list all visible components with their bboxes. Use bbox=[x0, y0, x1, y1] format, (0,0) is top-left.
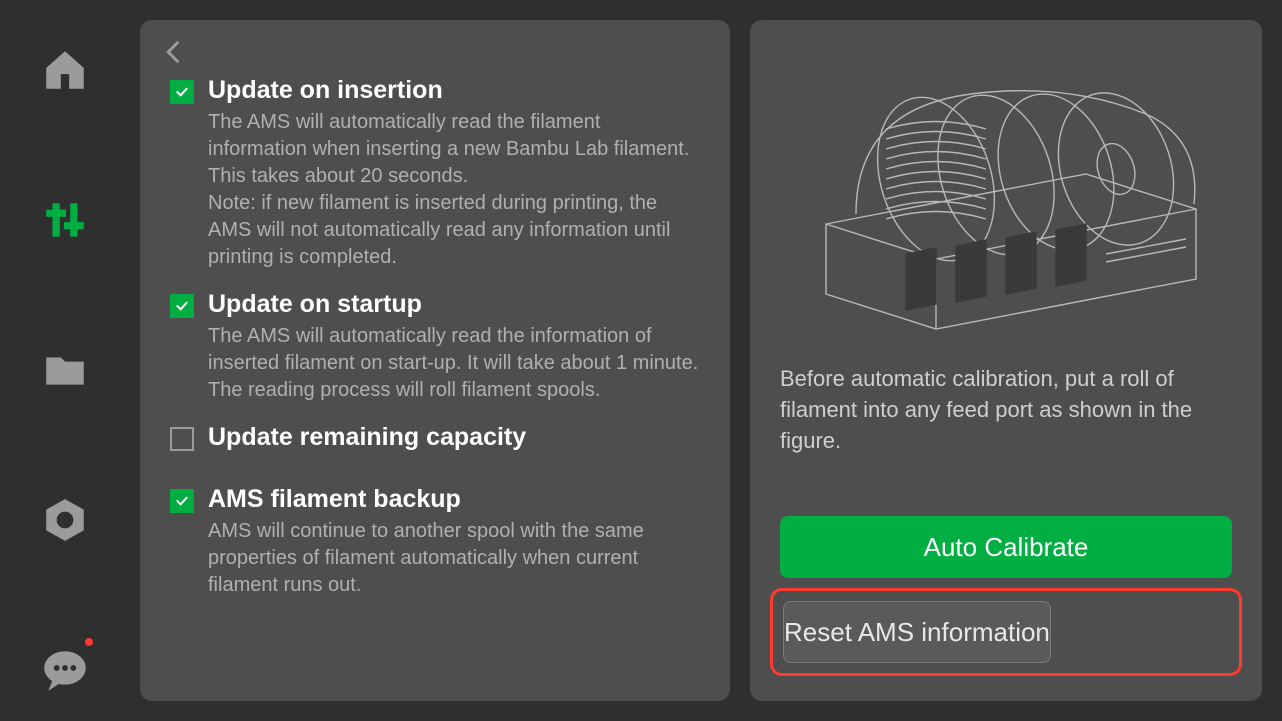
auto-calibrate-button[interactable]: Auto Calibrate bbox=[780, 516, 1232, 578]
nav-files[interactable] bbox=[35, 340, 95, 400]
calibration-caption: Before automatic calibration, put a roll… bbox=[780, 364, 1232, 456]
nav-chat[interactable] bbox=[35, 640, 95, 700]
checkbox-update-on-insertion[interactable] bbox=[170, 80, 194, 104]
option-title: AMS filament backup bbox=[208, 484, 700, 514]
calibration-panel: Before automatic calibration, put a roll… bbox=[750, 20, 1262, 701]
back-button[interactable] bbox=[160, 34, 188, 75]
option-description: The AMS will automatically read the fila… bbox=[208, 109, 700, 271]
check-icon bbox=[174, 493, 190, 509]
reset-ams-button[interactable]: Reset AMS information bbox=[783, 601, 1051, 663]
option-title: Update on insertion bbox=[208, 75, 700, 105]
nav-adjust[interactable] bbox=[35, 190, 95, 250]
hex-nut-icon bbox=[40, 495, 90, 545]
option-title: Update remaining capacity bbox=[208, 422, 700, 452]
checkbox-update-on-startup[interactable] bbox=[170, 294, 194, 318]
option-description: AMS will continue to another spool with … bbox=[208, 518, 700, 599]
checkbox-update-remaining-capacity[interactable] bbox=[170, 427, 194, 451]
option-ams-filament-backup: AMS filament backup AMS will continue to… bbox=[170, 484, 700, 599]
check-icon bbox=[174, 298, 190, 314]
sidebar bbox=[0, 0, 130, 721]
chat-bubble-icon bbox=[40, 645, 90, 695]
ams-device-icon bbox=[786, 54, 1226, 334]
option-update-remaining-capacity: Update remaining capacity bbox=[170, 422, 700, 456]
option-update-on-insertion: Update on insertion The AMS will automat… bbox=[170, 75, 700, 271]
option-title: Update on startup bbox=[208, 289, 700, 319]
nav-home[interactable] bbox=[35, 40, 95, 100]
options-panel: Update on insertion The AMS will automat… bbox=[140, 20, 730, 701]
reset-highlight: Reset AMS information bbox=[770, 588, 1242, 676]
folder-icon bbox=[40, 345, 90, 395]
check-icon bbox=[174, 84, 190, 100]
ams-illustration bbox=[780, 46, 1232, 346]
main-content: Update on insertion The AMS will automat… bbox=[130, 0, 1282, 721]
home-icon bbox=[40, 45, 90, 95]
checkbox-ams-filament-backup[interactable] bbox=[170, 489, 194, 513]
option-description: The AMS will automatically read the info… bbox=[208, 323, 700, 404]
nav-settings[interactable] bbox=[35, 490, 95, 550]
sliders-icon bbox=[40, 195, 90, 245]
chevron-left-icon bbox=[160, 34, 188, 70]
option-update-on-startup: Update on startup The AMS will automatic… bbox=[170, 289, 700, 404]
notification-dot bbox=[85, 638, 93, 646]
